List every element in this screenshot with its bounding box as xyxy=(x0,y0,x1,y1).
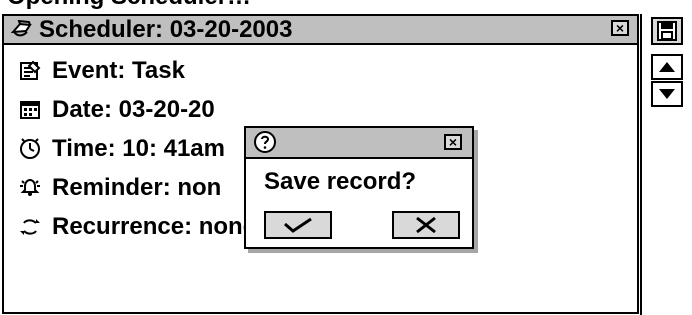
confirm-save-button[interactable] xyxy=(264,211,332,239)
cancel-save-button[interactable] xyxy=(392,211,460,239)
floppy-disk-icon xyxy=(657,21,677,41)
scroll-up-button[interactable] xyxy=(651,54,683,80)
help-question-icon xyxy=(254,131,276,153)
scheduler-window: Scheduler: 03-20-2003 × Event: Task Date… xyxy=(2,14,639,314)
down-arrow-icon xyxy=(659,89,675,99)
check-icon xyxy=(284,217,312,233)
clock-icon xyxy=(20,138,40,159)
recurrence-icon xyxy=(20,219,40,235)
event-text: Event: Task xyxy=(52,57,185,84)
save-record-dialog: × Save record? xyxy=(244,126,474,249)
dialog-close-button[interactable]: × xyxy=(444,134,462,150)
reminder-icon xyxy=(20,178,40,196)
top-cut-text: Opening Scheduler… xyxy=(7,0,251,9)
date-row[interactable]: Date: 03-20-20 xyxy=(18,96,215,123)
window-titlebar: Scheduler: 03-20-2003 × xyxy=(4,16,637,45)
dialog-titlebar: × xyxy=(246,128,472,159)
reminder-text: Reminder: non xyxy=(52,174,222,201)
recurrence-row[interactable]: Recurrence: none xyxy=(18,213,257,240)
calendar-icon xyxy=(20,101,40,119)
scheduler-icon xyxy=(10,19,32,37)
date-text: Date: 03-20-20 xyxy=(52,96,215,123)
scroll-down-button[interactable] xyxy=(651,81,683,107)
event-row[interactable]: Event: Task xyxy=(18,57,185,84)
window-close-button[interactable]: × xyxy=(611,20,629,36)
recurrence-text: Recurrence: none xyxy=(52,213,257,240)
x-icon xyxy=(416,216,436,234)
close-icon: × xyxy=(615,20,625,36)
reminder-row[interactable]: Reminder: non xyxy=(18,174,222,201)
up-arrow-icon xyxy=(659,62,675,72)
toolbar-save-button[interactable] xyxy=(651,17,683,45)
close-icon: × xyxy=(448,134,458,150)
dialog-message: Save record? xyxy=(264,168,417,195)
right-toolbar xyxy=(640,14,692,315)
event-note-icon xyxy=(20,60,41,80)
time-text: Time: 10: 41am xyxy=(52,135,225,162)
time-row[interactable]: Time: 10: 41am xyxy=(18,135,225,162)
window-title: Scheduler: 03-20-2003 xyxy=(39,16,293,43)
top-cut-area: Opening Scheduler… xyxy=(0,0,692,12)
